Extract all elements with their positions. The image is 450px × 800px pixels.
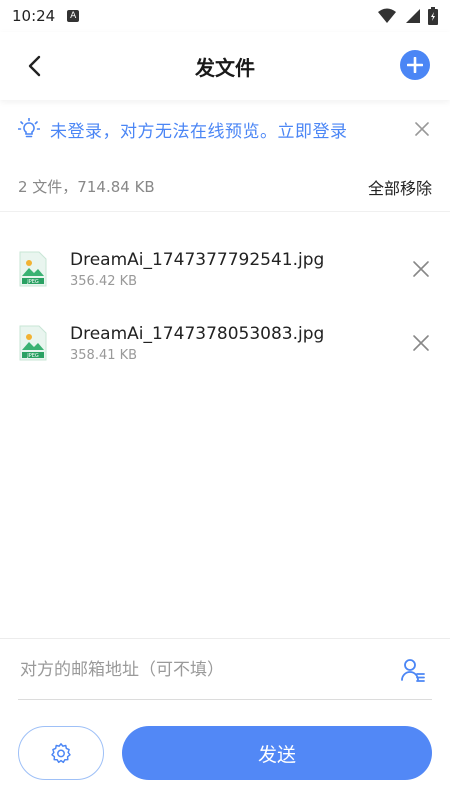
login-notice-text[interactable]: 未登录，对方无法在线预览。立即登录 <box>50 117 412 142</box>
lightbulb-icon <box>18 118 40 138</box>
send-button[interactable]: 发送 <box>122 726 432 780</box>
settings-button[interactable] <box>18 726 104 780</box>
status-time: 10:24 <box>12 7 56 25</box>
back-button[interactable] <box>20 52 48 80</box>
file-summary: 2 文件，714.84 KB 全部移除 <box>0 162 450 212</box>
page-title: 发文件 <box>195 55 255 80</box>
file-type-label: JPEG <box>26 279 39 285</box>
status-bar: 10:24 A <box>0 0 450 32</box>
email-underline <box>18 699 432 700</box>
file-info: DreamAi_1747377792541.jpg 356.42 KB <box>70 250 410 289</box>
jpeg-file-icon: JPEG <box>19 325 47 361</box>
add-file-button[interactable] <box>400 50 430 80</box>
close-notice-icon[interactable] <box>412 119 432 139</box>
remove-all-button[interactable]: 全部移除 <box>368 175 432 199</box>
email-section <box>0 638 450 701</box>
contacts-icon[interactable] <box>400 657 426 683</box>
file-type-label: JPEG <box>26 353 39 359</box>
signal-icon <box>406 9 420 23</box>
notification-a-icon: A <box>67 10 80 22</box>
header: 发文件 <box>0 32 450 100</box>
remove-file-icon[interactable] <box>410 258 432 280</box>
gear-icon <box>51 743 71 764</box>
file-row: JPEG DreamAi_1747378053083.jpg 358.41 KB <box>0 306 450 380</box>
file-info: DreamAi_1747378053083.jpg 358.41 KB <box>70 324 410 363</box>
file-name: DreamAi_1747378053083.jpg <box>70 323 325 344</box>
plus-icon <box>407 57 423 73</box>
file-size: 358.41 KB <box>70 347 138 363</box>
file-count-text: 2 文件，714.84 KB <box>18 178 155 196</box>
jpeg-file-icon: JPEG <box>19 251 47 287</box>
file-size: 356.42 KB <box>70 273 138 289</box>
battery-icon <box>428 7 438 25</box>
file-row: JPEG DreamAi_1747377792541.jpg 356.42 KB <box>0 232 450 306</box>
remove-file-icon[interactable] <box>410 332 432 354</box>
wifi-icon <box>378 8 396 23</box>
file-list: JPEG DreamAi_1747377792541.jpg 356.42 KB… <box>0 232 450 380</box>
file-name: DreamAi_1747377792541.jpg <box>70 249 325 270</box>
recipient-email-input[interactable] <box>18 647 392 693</box>
login-notice[interactable]: 未登录，对方无法在线预览。立即登录 <box>0 104 450 154</box>
chevron-left-icon <box>28 55 41 77</box>
